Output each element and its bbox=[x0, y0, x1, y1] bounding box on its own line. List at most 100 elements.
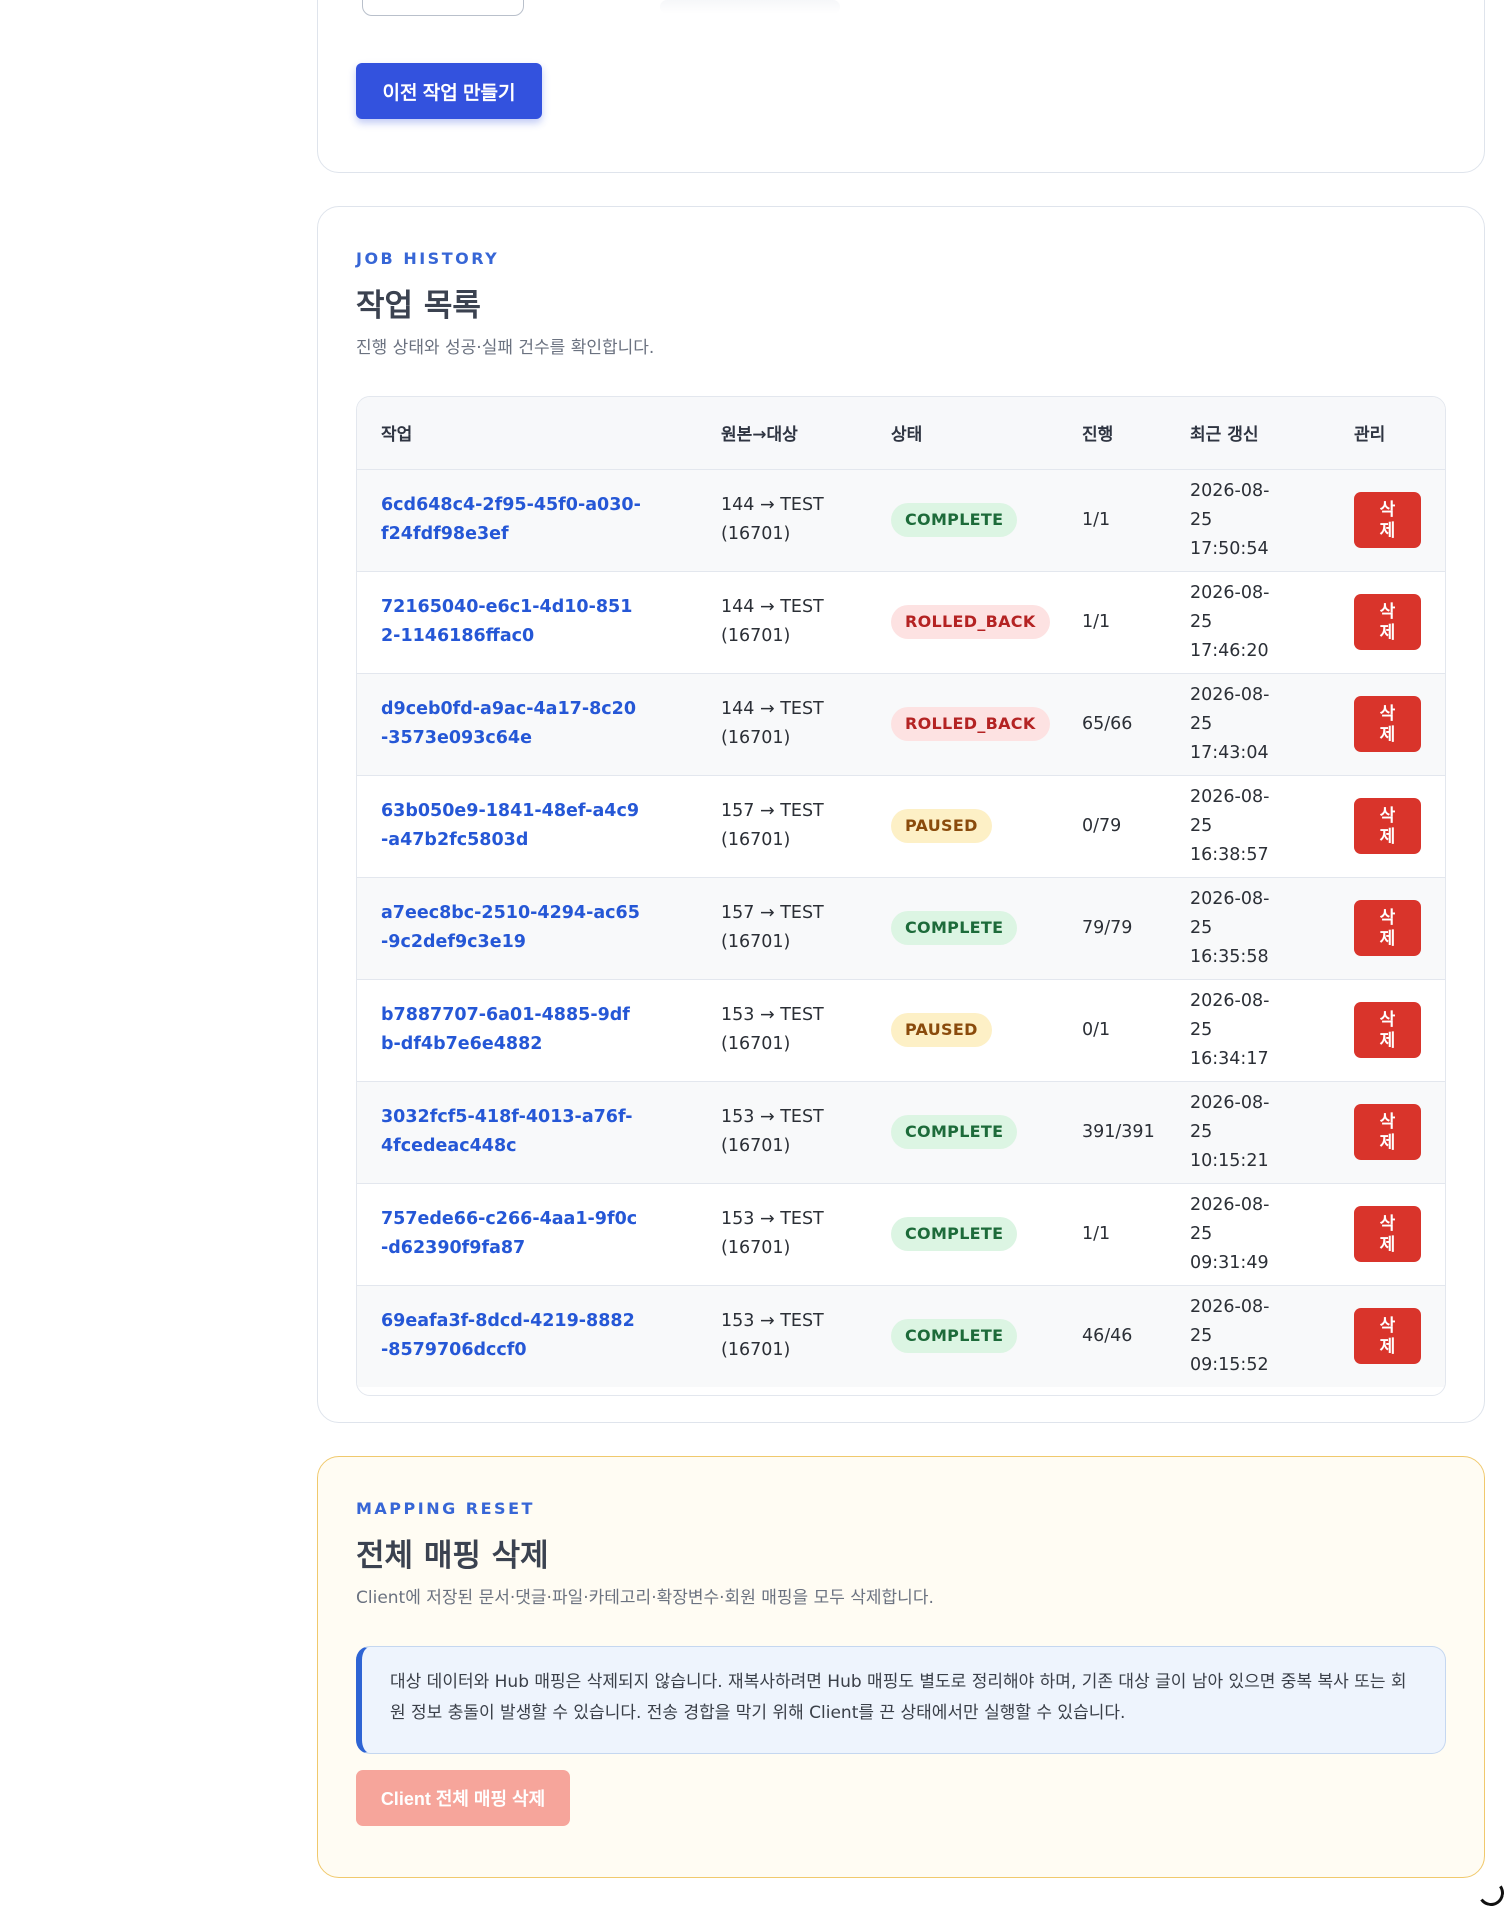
progress-cell: 0/1 bbox=[1082, 1019, 1111, 1040]
manage-cell: 삭제 bbox=[1354, 979, 1445, 1081]
route-text: 144 → TEST (16701) bbox=[721, 699, 824, 748]
table-row: 69eafa3f-8dcd-4219-8882-8579706dccf0 153 … bbox=[357, 1285, 1445, 1387]
route-text: 153 → TEST (16701) bbox=[721, 1311, 824, 1361]
manage-cell: 삭제 bbox=[1354, 1285, 1445, 1387]
delete-job-button[interactable]: 삭제 bbox=[1354, 900, 1421, 956]
updated-cell: 2026-08-25 17:43:04 bbox=[1190, 673, 1354, 775]
mapping-reset-description: Client에 저장된 문서·댓글·파일·카테고리·확장변수·회원 매핑을 모두… bbox=[356, 1588, 934, 1608]
table-row: 72165040-e6c1-4d10-8512-1146186ffac0 144 … bbox=[357, 571, 1445, 673]
table-row: 757ede66-c266-4aa1-9f0c-d62390f9fa87 153 … bbox=[357, 1183, 1445, 1285]
job-cell: 757ede66-c266-4aa1-9f0c-d62390f9fa87 bbox=[357, 1183, 721, 1285]
delete-job-button[interactable]: 삭제 bbox=[1354, 1206, 1421, 1262]
job-table-body: 6cd648c4-2f95-45f0-a030-f24fdf98e3ef 144 … bbox=[357, 469, 1445, 1387]
job-history-eyebrow: JOB HISTORY bbox=[356, 249, 500, 268]
manage-cell: 삭제 bbox=[1354, 1081, 1445, 1183]
updated-time: 2026-08-25 17:43:04 bbox=[1190, 684, 1270, 763]
progress-cell: 65/66 bbox=[1082, 713, 1133, 734]
route-text: 144 → TEST (16701) bbox=[721, 597, 824, 646]
job-cell: 72165040-e6c1-4d10-8512-1146186ffac0 bbox=[357, 571, 721, 673]
job-table-container: 작업 원본→대상 상태 진행 최근 갱신 관리 6cd648c4-2f95-45… bbox=[356, 396, 1446, 1396]
updated-cell: 2026-08-25 17:46:20 bbox=[1190, 571, 1354, 673]
status-cell: PAUSED bbox=[891, 775, 1082, 877]
create-job-button[interactable]: 이전 작업 만들기 bbox=[356, 63, 542, 119]
route-cell: 153 → TEST (16701) bbox=[721, 1285, 891, 1387]
updated-cell: 2026-08-25 16:35:58 bbox=[1190, 877, 1354, 979]
job-cell: 6cd648c4-2f95-45f0-a030-f24fdf98e3ef bbox=[357, 469, 721, 571]
table-header-row: 작업 원본→대상 상태 진행 최근 갱신 관리 bbox=[357, 397, 1445, 470]
updated-cell: 2026-08-25 09:15:52 bbox=[1190, 1285, 1354, 1387]
delete-job-button[interactable]: 삭제 bbox=[1354, 1104, 1421, 1160]
job-history-title: 작업 목록 bbox=[356, 288, 481, 324]
decorative-shadow bbox=[660, 0, 840, 14]
route-cell: 144 → TEST (16701) bbox=[721, 469, 891, 571]
route-cell: 144 → TEST (16701) bbox=[721, 673, 891, 775]
status-badge: COMPLETE bbox=[891, 1319, 1018, 1354]
source-select[interactable] bbox=[362, 0, 524, 16]
updated-time: 2026-08-25 09:15:52 bbox=[1190, 1296, 1270, 1375]
updated-time: 2026-08-25 10:15:21 bbox=[1190, 1092, 1270, 1171]
job-id-link[interactable]: 69eafa3f-8dcd-4219-8882-8579706dccf0 bbox=[381, 1307, 641, 1365]
job-id-link[interactable]: 757ede66-c266-4aa1-9f0c-d62390f9fa87 bbox=[381, 1205, 641, 1263]
job-cell: 3032fcf5-418f-4013-a76f-4fcedeac448c bbox=[357, 1081, 721, 1183]
updated-cell: 2026-08-25 16:34:17 bbox=[1190, 979, 1354, 1081]
delete-job-button[interactable]: 삭제 bbox=[1354, 1308, 1421, 1365]
status-badge: ROLLED_BACK bbox=[891, 605, 1050, 639]
status-cell: ROLLED_BACK bbox=[891, 673, 1082, 775]
updated-cell: 2026-08-25 16:38:57 bbox=[1190, 775, 1354, 877]
status-badge: COMPLETE bbox=[891, 1115, 1018, 1149]
status-badge: PAUSED bbox=[891, 1013, 992, 1047]
job-cell: d9ceb0fd-a9ac-4a17-8c20-3573e093c64e bbox=[357, 673, 721, 775]
job-id-link[interactable]: a7eec8bc-2510-4294-ac65-9c2def9c3e19 bbox=[381, 899, 641, 957]
delete-job-button[interactable]: 삭제 bbox=[1354, 696, 1421, 752]
table-row: d9ceb0fd-a9ac-4a17-8c20-3573e093c64e 144 … bbox=[357, 673, 1445, 775]
job-id-link[interactable]: d9ceb0fd-a9ac-4a17-8c20-3573e093c64e bbox=[381, 695, 641, 753]
updated-time: 2026-08-25 17:46:20 bbox=[1190, 582, 1270, 661]
status-cell: COMPLETE bbox=[891, 1081, 1082, 1183]
delete-job-button[interactable]: 삭제 bbox=[1354, 492, 1421, 548]
delete-job-button[interactable]: 삭제 bbox=[1354, 1002, 1421, 1058]
page: 이전 작업 만들기 JOB HISTORY 작업 목록 진행 상태와 성공·실패… bbox=[0, 0, 1507, 1920]
job-table: 작업 원본→대상 상태 진행 최근 갱신 관리 6cd648c4-2f95-45… bbox=[357, 397, 1445, 1387]
route-text: 153 → TEST (16701) bbox=[721, 1209, 824, 1258]
updated-cell: 2026-08-25 09:31:49 bbox=[1190, 1183, 1354, 1285]
mapping-reset-notice: 대상 데이터와 Hub 매핑은 삭제되지 않습니다. 재복사하려면 Hub 매핑… bbox=[356, 1646, 1446, 1754]
table-row: b7887707-6a01-4885-9dfb-df4b7e6e4882 153 … bbox=[357, 979, 1445, 1081]
status-cell: COMPLETE bbox=[891, 1183, 1082, 1285]
table-row: 63b050e9-1841-48ef-a4c9-a47b2fc5803d 157 … bbox=[357, 775, 1445, 877]
job-history-description: 진행 상태와 성공·실패 건수를 확인합니다. bbox=[356, 338, 655, 358]
client-mapping-reset-button[interactable]: Client 전체 매핑 삭제 bbox=[356, 1770, 570, 1826]
route-cell: 153 → TEST (16701) bbox=[721, 1081, 891, 1183]
route-text: 157 → TEST (16701) bbox=[721, 903, 824, 952]
route-text: 157 → TEST (16701) bbox=[721, 801, 824, 850]
updated-time: 2026-08-25 17:50:54 bbox=[1190, 480, 1270, 559]
column-header-job: 작업 bbox=[357, 397, 721, 470]
delete-job-button[interactable]: 삭제 bbox=[1354, 594, 1421, 650]
status-badge: ROLLED_BACK bbox=[891, 707, 1050, 741]
progress-cell: 79/79 bbox=[1082, 917, 1133, 938]
route-cell: 144 → TEST (16701) bbox=[721, 571, 891, 673]
job-id-link[interactable]: b7887707-6a01-4885-9dfb-df4b7e6e4882 bbox=[381, 1001, 641, 1059]
delete-job-button[interactable]: 삭제 bbox=[1354, 798, 1421, 854]
status-badge: COMPLETE bbox=[891, 503, 1018, 537]
status-cell: COMPLETE bbox=[891, 877, 1082, 979]
job-id-link[interactable]: 63b050e9-1841-48ef-a4c9-a47b2fc5803d bbox=[381, 797, 641, 855]
updated-time: 2026-08-25 09:31:49 bbox=[1190, 1194, 1270, 1273]
manage-cell: 삭제 bbox=[1354, 775, 1445, 877]
job-id-link[interactable]: 72165040-e6c1-4d10-8512-1146186ffac0 bbox=[381, 593, 641, 651]
updated-time: 2026-08-25 16:35:58 bbox=[1190, 888, 1270, 967]
status-badge: COMPLETE bbox=[891, 911, 1018, 945]
progress-cell: 1/1 bbox=[1082, 611, 1111, 632]
route-text: 153 → TEST (16701) bbox=[721, 1005, 824, 1054]
route-cell: 157 → TEST (16701) bbox=[721, 877, 891, 979]
job-id-link[interactable]: 6cd648c4-2f95-45f0-a030-f24fdf98e3ef bbox=[381, 491, 641, 549]
job-history-card: JOB HISTORY 작업 목록 진행 상태와 성공·실패 건수를 확인합니다… bbox=[317, 206, 1485, 1423]
progress-cell: 0/79 bbox=[1082, 815, 1122, 836]
loading-spinner-icon bbox=[1475, 1877, 1507, 1909]
job-id-link[interactable]: 3032fcf5-418f-4013-a76f-4fcedeac448c bbox=[381, 1103, 641, 1161]
updated-time: 2026-08-25 16:34:17 bbox=[1190, 990, 1270, 1069]
progress-cell: 1/1 bbox=[1082, 509, 1111, 530]
manage-cell: 삭제 bbox=[1354, 571, 1445, 673]
progress-cell: 391/391 bbox=[1082, 1121, 1155, 1142]
table-row: a7eec8bc-2510-4294-ac65-9c2def9c3e19 157 … bbox=[357, 877, 1445, 979]
updated-time: 2026-08-25 16:38:57 bbox=[1190, 786, 1270, 865]
